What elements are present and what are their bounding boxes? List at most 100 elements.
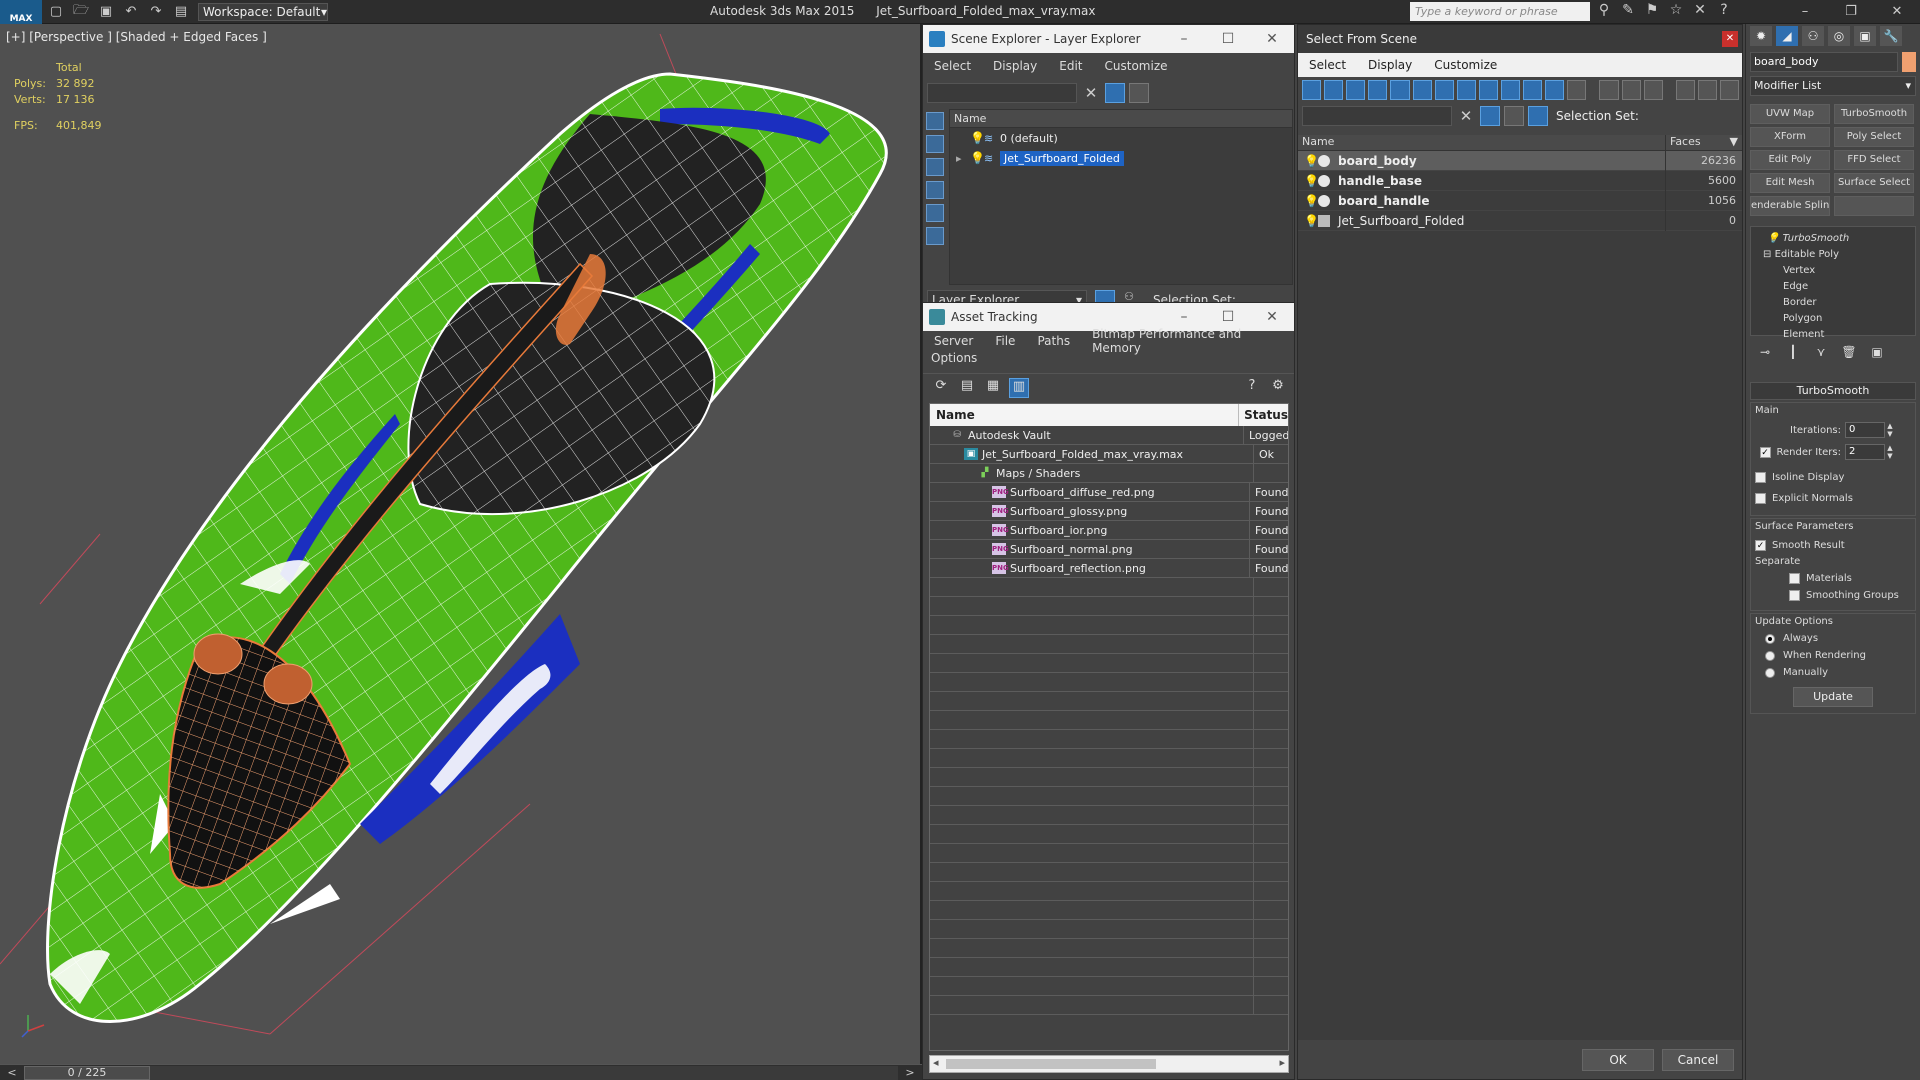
modifier-button[interactable]: UVW Map [1750,104,1830,124]
perspective-viewport[interactable]: [+] [Perspective ] [Shaded + Edged Faces… [0,24,922,1064]
display-lights-icon[interactable] [926,158,944,176]
clear-find-icon[interactable]: ✕ [1081,84,1101,102]
tab-utilities-icon[interactable]: 🔧 [1880,26,1902,46]
display-geometry-icon[interactable] [926,112,944,130]
make-unique-icon[interactable]: ⋎ [1810,342,1832,362]
tab-display-icon[interactable]: ▣ [1854,26,1876,46]
filter-bones-icon[interactable] [1478,80,1498,100]
menu-customize[interactable]: Customize [1423,58,1508,72]
menu-customize[interactable]: Customize [1094,59,1179,73]
lightbulb-icon[interactable]: 💡 [1304,194,1319,208]
save-icon[interactable]: ▣ [95,3,117,21]
spinner-arrows-icon[interactable]: ▲ ▼ [1885,422,1895,438]
scroll-left-icon[interactable]: ◂ [933,1056,939,1069]
render-iters-input[interactable]: 2 [1845,444,1885,460]
select-from-scene-titlebar[interactable]: Select From Scene ✕ [1298,25,1742,53]
menu-paths[interactable]: Paths [1026,334,1081,348]
filter-xrefs-icon[interactable] [1456,80,1476,100]
modifier-button[interactable]: Surface Select [1834,173,1914,193]
redo-icon[interactable]: ↷ [145,3,167,21]
exchange-icon[interactable]: ✕ [1688,2,1712,22]
open-file-icon[interactable]: 🗁 [70,3,92,21]
object-row[interactable]: 💡 board_handle 1056 [1298,190,1742,211]
tab-motion-icon[interactable]: ◎ [1828,26,1850,46]
funnel-icon[interactable] [1675,80,1695,100]
modifier-button[interactable]: Edit Mesh [1750,173,1830,193]
display-spacewarps-icon[interactable] [926,227,944,245]
minimize-icon[interactable]: – [1162,31,1206,47]
hierarchy-mode-icon[interactable] [1528,106,1548,126]
filter-helpers-icon[interactable] [1390,80,1410,100]
prev-frame-button[interactable]: < [0,1066,24,1079]
pin-stack-icon[interactable]: ⊸ [1754,342,1776,362]
object-row[interactable]: 💡 Jet_Surfboard_Folded 0 [1298,210,1742,231]
favorites-icon[interactable]: ☆ [1664,2,1688,22]
asset-row[interactable]: PNG Surfboard_reflection.png Found [930,559,1288,578]
update-always-radio[interactable]: Always [1755,630,1911,647]
modifier-button[interactable]: Edit Poly [1750,150,1830,170]
close-icon[interactable]: ✕ [1250,31,1294,47]
horizontal-scrollbar[interactable]: ◂ ▸ [929,1055,1289,1073]
lightbulb-icon[interactable]: 💡 [1304,214,1319,228]
modifier-button[interactable] [1834,196,1914,216]
new-file-icon[interactable]: ▢ [45,3,67,21]
asset-row[interactable]: ▣ Jet_Surfboard_Folded_max_vray.max Ok [930,445,1288,464]
menu-display[interactable]: Display [1357,58,1423,72]
modifier-button[interactable]: XForm [1750,127,1830,147]
project-folder-icon[interactable]: ▤ [170,3,192,21]
binoculars-icon[interactable]: ⚲ [1592,2,1616,22]
filter-spacewarps-icon[interactable] [1412,80,1432,100]
iterations-input[interactable]: 0 [1845,422,1885,438]
lightbulb-icon[interactable]: 💡 [970,131,985,145]
column-header-status[interactable]: Status [1239,404,1288,426]
turbosmooth-rollout-title[interactable]: TurboSmooth [1750,382,1916,400]
tools-icon[interactable]: ✎ [1616,2,1640,22]
menu-edit[interactable]: Edit [1048,59,1093,73]
menu-select[interactable]: Select [923,59,982,73]
maximize-icon[interactable]: ☐ [1206,31,1250,47]
help-icon[interactable]: ? [1242,378,1262,398]
stack-subobject-border[interactable]: Border [1751,295,1915,311]
surfboard-model[interactable] [0,24,922,1064]
menu-display[interactable]: Display [982,59,1048,73]
menu-file[interactable]: File [984,334,1026,348]
filter-hidden-icon[interactable] [1545,80,1565,100]
asset-row[interactable]: PNG Surfboard_ior.png Found [930,521,1288,540]
object-name-input[interactable]: board_body [1750,52,1899,72]
smooth-result-checkbox[interactable]: ✓ Smooth Result [1755,535,1911,556]
filter-icon[interactable] [1105,83,1125,103]
next-frame-button[interactable]: > [898,1066,922,1079]
time-slider-track[interactable]: 0 / 225 [24,1065,898,1080]
layer-row-default[interactable]: 💡 ≋ 0 (default) [950,128,1292,148]
hierarchy-icon[interactable] [1697,80,1717,100]
restore-icon[interactable]: ❐ [1828,0,1874,24]
asset-row[interactable]: ⛁ Autodesk Vault Logged [930,426,1288,445]
menu-server[interactable]: Server [923,334,984,348]
stack-subobject-polygon[interactable]: Polygon [1751,311,1915,327]
expand-arrow-icon[interactable]: ▸ [956,152,962,165]
find-input[interactable] [1302,106,1452,126]
search-input[interactable]: Type a keyword or phrase [1410,2,1590,21]
columns-icon[interactable] [1719,80,1740,100]
remove-modifier-icon[interactable]: 🗑 [1838,342,1860,362]
materials-checkbox[interactable]: Materials [1755,570,1911,587]
filter-icon[interactable] [1480,106,1500,126]
lightbulb-icon[interactable]: 💡 [1767,233,1779,244]
modifier-list-dropdown[interactable]: Modifier List ▾ [1750,76,1916,96]
ok-button[interactable]: OK [1582,1049,1654,1071]
refresh-icon[interactable]: ⟳ [931,378,951,398]
lightbulb-icon[interactable]: 💡 [1304,154,1319,168]
find-input[interactable] [927,83,1077,103]
filter-all-icon[interactable] [1567,80,1587,100]
table-view-icon[interactable]: ▥ [1009,377,1029,398]
update-when-rendering-radio[interactable]: When Rendering [1755,647,1911,664]
filter-shapes-icon[interactable] [1324,80,1344,100]
clear-find-icon[interactable]: ✕ [1456,107,1476,125]
filter-groups-icon[interactable] [1434,80,1454,100]
smoothing-groups-checkbox[interactable]: Smoothing Groups [1755,587,1911,604]
cancel-button[interactable]: Cancel [1662,1049,1734,1071]
column-header-faces[interactable]: Faces ▼ [1666,135,1742,150]
scrollbar-thumb[interactable] [946,1059,1156,1069]
column-header-name[interactable]: Name [930,404,1240,426]
workspace-dropdown[interactable]: Workspace: Default ▾ [198,2,328,21]
